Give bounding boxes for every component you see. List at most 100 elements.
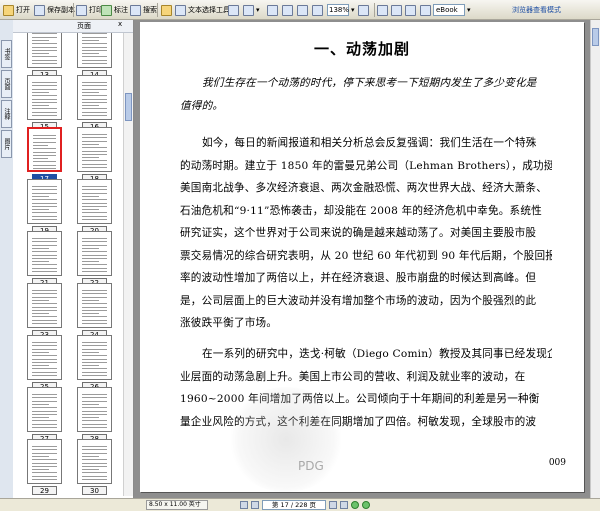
thumbnail-text-line (32, 427, 57, 428)
thumbnail-label[interactable]: 30 (82, 486, 107, 495)
previous-page-button[interactable] (251, 501, 259, 509)
page-thumbnail[interactable] (27, 439, 62, 484)
page-thumbnail[interactable] (27, 387, 62, 432)
view-mode-link[interactable]: 浏览器查看模式 (512, 2, 561, 18)
thumbnail-text-line (32, 323, 57, 324)
ebook-button[interactable]: eBook ▾ (420, 2, 471, 18)
thumbnail-text-line (82, 134, 107, 135)
page-thumbnail[interactable] (77, 283, 112, 328)
thumbnail-text-line (32, 361, 57, 363)
actual-size-button[interactable] (267, 2, 278, 18)
zoom-tool-button[interactable]: ▾ (243, 2, 260, 18)
hand-icon (161, 4, 172, 16)
thumbnail-text-line (82, 82, 107, 83)
thumbnail-text-line (82, 261, 99, 263)
text-select-button[interactable]: 文本选择工具 (175, 2, 230, 18)
page-thumbnail[interactable] (77, 127, 112, 172)
close-panel-button[interactable]: x (118, 20, 122, 28)
chevron-down-icon: ▾ (256, 6, 260, 14)
continuous-button[interactable] (391, 2, 402, 18)
go-forward-button[interactable] (362, 501, 370, 509)
zoom-select[interactable]: 138% ▾ (327, 2, 355, 18)
fit-width-button[interactable] (297, 2, 308, 18)
thumbnail-text-line (32, 449, 57, 451)
tab-comments[interactable]: 注释 (1, 100, 12, 128)
thumbnail-text-line (82, 95, 107, 97)
go-back-button[interactable] (351, 501, 359, 509)
page-indicator-field[interactable]: 第 17 / 228 页 (262, 500, 326, 510)
hand-tool-button[interactable] (161, 2, 172, 18)
thumbnail-text-line (32, 53, 49, 55)
page-thumbnail[interactable] (77, 387, 112, 432)
page-thumbnail[interactable] (77, 335, 112, 380)
thumbnail-text-line (82, 361, 107, 363)
page-thumbnail[interactable] (77, 75, 112, 120)
thumbnail-text-line (82, 49, 107, 51)
page-thumbnail[interactable] (77, 179, 112, 224)
tab-images[interactable]: 图片 (1, 130, 12, 158)
thumbnail-text-line (32, 59, 57, 61)
thumbnail-label[interactable]: 29 (32, 486, 57, 495)
thumbnail-scrollbar[interactable] (123, 33, 133, 496)
thumbnail-text-line (32, 423, 57, 425)
thumbnail-text-line (32, 296, 57, 298)
thumbnail-text-line (82, 267, 107, 269)
document-view[interactable]: 一、动荡加剧 我们生存在一个动荡的时代，停下来思考一下短期内发生了多少变化是 值得… (134, 20, 590, 498)
save-copy-button[interactable]: 保存副本 (34, 2, 75, 18)
thumbnail-text-line (82, 39, 99, 41)
thumbnail-text-line (32, 49, 57, 51)
fit-page-button[interactable] (282, 2, 293, 18)
zoom-out-button[interactable] (312, 2, 323, 18)
toolbar-separator (157, 3, 158, 17)
open-button[interactable]: 打开 (3, 2, 30, 18)
last-page-button[interactable] (340, 501, 348, 509)
tab-bookmarks[interactable]: 书签 (1, 40, 12, 68)
thumbnail-text-line (82, 479, 107, 480)
document-scrollbar[interactable] (590, 20, 600, 498)
next-page-button[interactable] (329, 501, 337, 509)
scrollbar-grip[interactable] (592, 28, 599, 46)
page-thumbnail[interactable] (27, 33, 62, 68)
print-button[interactable]: 打印 (76, 2, 103, 18)
page-thumbnail[interactable] (27, 335, 62, 380)
single-page-button[interactable] (377, 2, 388, 18)
thumbnail-text-line (32, 410, 57, 412)
thumbnail-text-line (82, 36, 107, 38)
thumbnail-text-line (32, 420, 57, 422)
search-button[interactable]: 搜索 (130, 2, 157, 18)
zoom-in-button[interactable] (358, 2, 369, 18)
tab-pages[interactable]: 页面 (1, 70, 12, 98)
thumbnail-text-line (32, 375, 57, 376)
thumbnail-text-line (32, 306, 57, 308)
text-line: 票交易情况的综合研究表明，从 20 世纪 60 年代初到 90 年代后期，个股回… (180, 249, 552, 262)
page-thumbnail[interactable] (77, 231, 112, 276)
thumbnail-text-line (32, 63, 57, 64)
first-page-button[interactable] (240, 501, 248, 509)
text-line: 率的波动性增加了两倍以上，并在经济衰退、股市崩盘的时候达到高峰。但 (180, 272, 537, 284)
page-thumbnail[interactable] (27, 127, 62, 172)
page-thumbnail[interactable] (27, 231, 62, 276)
rotate-icon (405, 4, 416, 16)
status-bar: 8.50 x 11.00 英寸 第 17 / 228 页 (0, 498, 600, 511)
thumbnail-text-line (82, 108, 107, 110)
thumbnail-text-line (33, 168, 56, 169)
scrollbar-grip[interactable] (125, 93, 132, 121)
thumbnail-text-line (82, 400, 107, 402)
page-thumbnail[interactable] (77, 33, 112, 68)
page-thumbnail[interactable] (27, 179, 62, 224)
page-thumbnail[interactable] (77, 439, 112, 484)
thumbnail-text-line (32, 446, 57, 447)
save-icon (34, 4, 45, 16)
thumbnail-text-line (82, 101, 107, 103)
rotate-button[interactable] (405, 2, 416, 18)
thumbnail-text-line (82, 449, 107, 451)
thumbnail-text-line (32, 403, 49, 405)
thumbnail-text-line (33, 151, 56, 153)
thumbnail-text-line (82, 209, 99, 211)
thumbnail-text-line (32, 251, 57, 253)
page-thumbnail[interactable] (27, 75, 62, 120)
thumbnail-text-line (32, 244, 57, 246)
page-thumbnail[interactable] (27, 283, 62, 328)
mark-button[interactable]: 标注 (101, 2, 128, 18)
camera-button[interactable] (228, 2, 239, 18)
